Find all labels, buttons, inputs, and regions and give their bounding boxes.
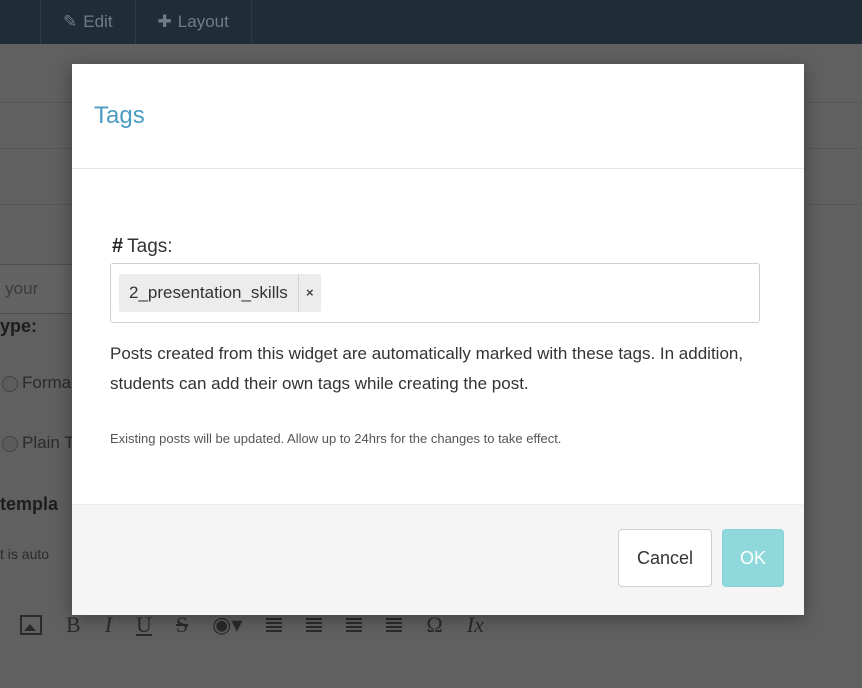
modal-body: # Tags: 2_presentation_skills × Posts cr… (72, 169, 804, 503)
edit-tab[interactable]: ✎ Edit (40, 0, 135, 44)
cancel-button[interactable]: Cancel (618, 529, 712, 587)
radio-formatted-label: Forma (22, 373, 72, 392)
pencil-icon: ✎ (63, 12, 78, 31)
tags-field-label: # Tags: (112, 235, 173, 258)
layout-tab[interactable]: ✚ Layout (134, 0, 252, 44)
clear-formatting-icon[interactable]: Ix (467, 612, 484, 638)
modal-header: Tags (72, 64, 804, 169)
modal-footer: Cancel OK (72, 504, 804, 615)
template-label: templa (0, 494, 59, 514)
type-label: ype: (0, 316, 38, 336)
insert-image-icon[interactable] (20, 615, 42, 635)
editor-toolbar: B I U S ◉▾ Ω Ix (20, 612, 484, 638)
tag-label: 2_presentation_skills (119, 274, 299, 312)
tags-label-text: Tags: (127, 235, 173, 257)
template-help-text: t is auto (0, 546, 50, 562)
underline-icon[interactable]: U (136, 612, 152, 638)
modal-title: Tags (94, 102, 145, 129)
remove-tag-icon[interactable]: × (299, 274, 321, 312)
tags-modal: Tags # Tags: 2_presentation_skills × Pos… (72, 64, 804, 615)
special-character-icon[interactable]: Ω (426, 612, 442, 638)
radio-formatted[interactable] (2, 376, 18, 392)
italic-icon[interactable]: I (105, 612, 112, 638)
ok-button[interactable]: OK (722, 529, 784, 587)
align-center-icon[interactable] (306, 618, 323, 632)
radio-plain-text[interactable] (2, 436, 18, 452)
align-left-icon[interactable] (266, 618, 283, 632)
tags-input[interactable]: 2_presentation_skills × (110, 263, 760, 323)
bold-icon[interactable]: B (66, 612, 81, 638)
tags-help-text: Posts created from this widget are autom… (110, 344, 744, 393)
layout-tab-label: Layout (177, 12, 229, 31)
tag-chip: 2_presentation_skills × (119, 274, 321, 312)
move-icon: ✚ (157, 12, 172, 31)
align-right-icon[interactable] (346, 618, 363, 632)
text-color-icon[interactable]: ◉▾ (212, 612, 242, 638)
top-toolbar: ✎ Edit ✚ Layout (0, 0, 862, 44)
background-input-placeholder: e your (0, 279, 39, 298)
edit-tab-label: Edit (83, 12, 113, 31)
strikethrough-icon[interactable]: S (176, 612, 188, 638)
hash-icon: # (112, 235, 124, 257)
radio-plain-text-label: Plain T (22, 433, 75, 452)
align-justify-icon[interactable] (386, 618, 403, 632)
update-note-text: Existing posts will be updated. Allow up… (110, 431, 562, 446)
